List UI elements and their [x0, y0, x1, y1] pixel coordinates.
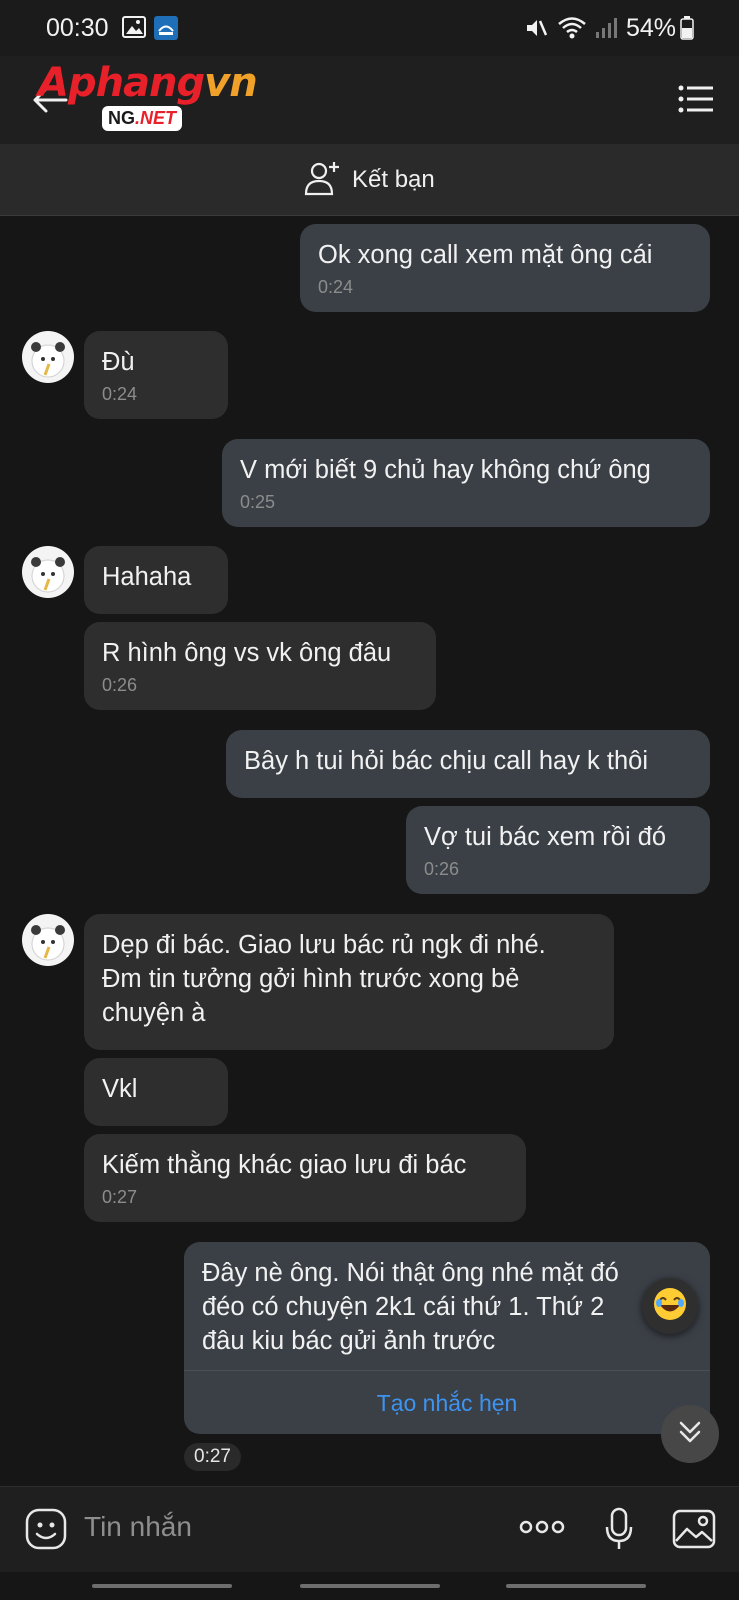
- system-nav-bar: [0, 1572, 739, 1600]
- status-time: 00:30: [46, 14, 109, 42]
- microphone-icon[interactable]: [604, 1507, 634, 1556]
- app-notification-icon: [154, 16, 178, 45]
- message-incoming[interactable]: R hình ông vs vk ông đâu 0:26: [84, 622, 436, 710]
- nav-indicator: [92, 1584, 232, 1588]
- message-composer: Tin nhắn: [0, 1486, 739, 1572]
- message-incoming[interactable]: Đù 0:24: [84, 331, 228, 419]
- message-timestamp: 0:27: [184, 1443, 241, 1471]
- laughing-emoji-icon: [652, 1286, 688, 1327]
- wifi-icon: [557, 16, 587, 45]
- avatar[interactable]: [22, 331, 74, 383]
- reaction-button[interactable]: [642, 1278, 698, 1334]
- brand-logo: Aphangvn NG.NET: [38, 60, 268, 140]
- chat-header: Aphangvn NG.NET: [0, 56, 739, 144]
- more-icon[interactable]: [518, 1517, 566, 1542]
- nav-indicator: [300, 1584, 440, 1588]
- message-input[interactable]: Tin nhắn: [84, 1511, 192, 1543]
- menu-icon[interactable]: [678, 84, 714, 114]
- battery-icon: [680, 16, 694, 45]
- message-outgoing[interactable]: Đây nè ông. Nói thật ông nhé mặt đó đéo …: [184, 1242, 710, 1370]
- add-friend-label: Kết bạn: [352, 166, 435, 193]
- gallery-notification-icon: [122, 16, 146, 43]
- image-icon[interactable]: [672, 1507, 716, 1556]
- avatar[interactable]: [22, 546, 74, 598]
- sticker-icon[interactable]: [24, 1507, 68, 1556]
- message-incoming[interactable]: Kiếm thằng khác giao lưu đi bác 0:27: [84, 1134, 526, 1222]
- message-incoming[interactable]: Dẹp đi bác. Giao lưu bác rủ ngk đi nhé. …: [84, 914, 614, 1050]
- message-outgoing[interactable]: Ok xong call xem mặt ông cái 0:24: [300, 224, 710, 312]
- add-friend-button[interactable]: Kết bạn: [304, 158, 435, 202]
- message-outgoing[interactable]: Bây h tui hỏi bác chịu call hay k thôi: [226, 730, 710, 798]
- message-outgoing[interactable]: V mới biết 9 chủ hay không chứ ông 0:25: [222, 439, 710, 527]
- signal-icon: [594, 16, 618, 45]
- message-incoming[interactable]: Hahaha: [84, 546, 228, 614]
- scroll-to-bottom-button[interactable]: [661, 1405, 719, 1463]
- message-incoming[interactable]: Vkl: [84, 1058, 228, 1126]
- status-bar: 00:30 54%: [0, 0, 739, 56]
- mute-icon: [524, 16, 548, 45]
- add-friend-bar: Kết bạn: [0, 144, 739, 216]
- message-outgoing[interactable]: Vợ tui bác xem rồi đó 0:26: [406, 806, 710, 894]
- create-reminder-button[interactable]: Tạo nhắc hẹn: [184, 1370, 710, 1434]
- add-user-icon: [304, 159, 342, 202]
- nav-indicator: [506, 1584, 646, 1588]
- avatar[interactable]: [22, 914, 74, 966]
- battery-percent: 54%: [626, 14, 677, 42]
- double-chevron-down-icon: [676, 1418, 704, 1451]
